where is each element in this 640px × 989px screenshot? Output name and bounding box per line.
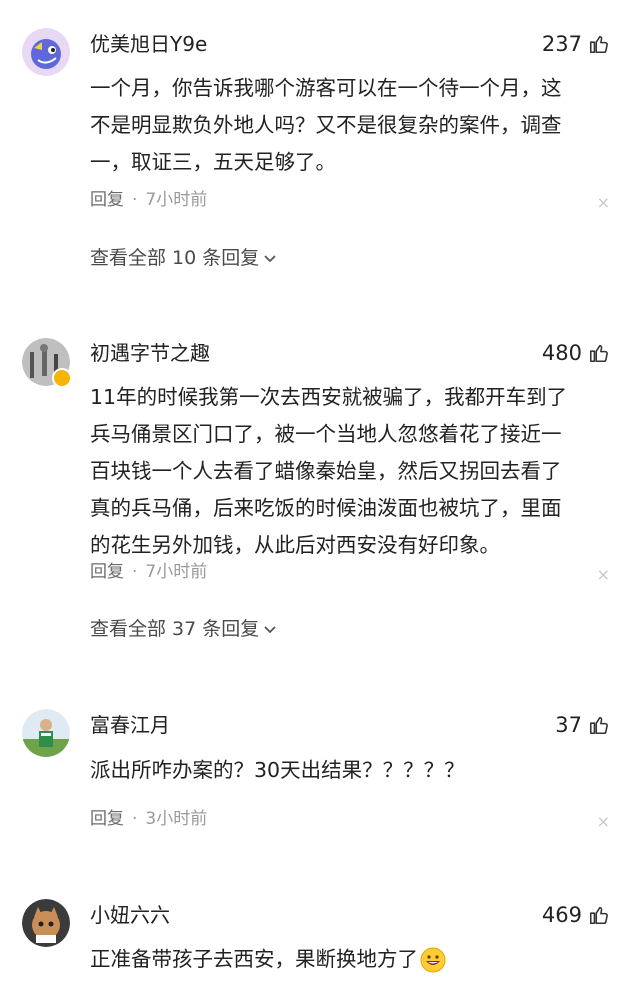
reply-button[interactable]: 回复 [90, 562, 124, 582]
close-icon[interactable]: × [597, 193, 610, 213]
chevron-down-icon [264, 255, 276, 263]
avatar[interactable] [22, 28, 70, 76]
separator-dot: · [132, 190, 138, 210]
like-count: 37 [555, 713, 582, 737]
verified-badge [52, 368, 72, 388]
like-count: 480 [541, 341, 582, 365]
grinning-face-emoji [420, 947, 446, 972]
comment-meta: 回复 · 7小时前 [90, 561, 207, 583]
comment-line: 一，取证三，五天足够了。 [90, 150, 336, 174]
thumbs-up-icon [589, 906, 608, 925]
comment-text: 一个月，你告诉我哪个游客可以在一个待一个月，这 不是明显欺负外地人吗？又不是很复… [90, 70, 620, 181]
thumbs-up-icon [589, 344, 608, 363]
reply-button[interactable]: 回复 [90, 190, 124, 210]
comment-meta: 回复 · 3小时前 [90, 808, 207, 830]
comment-meta: 回复 · 7小时前 [90, 189, 207, 211]
comment-line: 一个月，你告诉我哪个游客可以在一个待一个月，这 [90, 76, 562, 100]
comment-text: 正准备带孩子去西安，果断换地方了 [90, 941, 620, 978]
comment-text: 11年的时候我第一次去西安就被骗了，我都开车到了 兵马俑景区门口了，被一个当地人… [90, 379, 620, 564]
timestamp: 7小时前 [145, 562, 208, 582]
like-count: 237 [541, 32, 582, 56]
avatar[interactable] [22, 899, 70, 947]
reply-button[interactable]: 回复 [90, 809, 124, 829]
comment-line: 兵马俑景区门口了，被一个当地人忽悠着花了接近一 [90, 422, 562, 446]
view-all-replies-button[interactable]: 查看全部 10 条回复 [90, 245, 277, 271]
like-button[interactable]: 37 [555, 712, 610, 738]
close-icon[interactable]: × [597, 812, 610, 832]
comment-line: 正准备带孩子去西安，果断换地方了 [90, 941, 620, 978]
like-button[interactable]: 237 [542, 31, 610, 57]
comment-line: 不是明显欺负外地人吗？又不是很复杂的案件，调查 [90, 113, 562, 137]
like-button[interactable]: 469 [542, 902, 610, 928]
timestamp: 3小时前 [145, 809, 208, 829]
close-icon[interactable]: × [597, 565, 610, 585]
timestamp: 7小时前 [145, 190, 208, 210]
username[interactable]: 富春江月 [90, 712, 170, 738]
chevron-down-icon [264, 626, 276, 634]
view-all-replies-button[interactable]: 查看全部 37 条回复 [90, 616, 277, 642]
view-all-replies-label: 查看全部 37 条回复 [90, 618, 260, 640]
comment-line: 百块钱一个人去看了蜡像秦始皇，然后又拐回去看了 [90, 459, 562, 483]
comment-line: 11年的时候我第一次去西安就被骗了，我都开车到了 [90, 385, 568, 409]
comment-line: 真的兵马俑，后来吃饭的时候油泼面也被坑了，里面 [90, 496, 562, 520]
like-button[interactable]: 480 [542, 340, 610, 366]
separator-dot: · [132, 562, 138, 582]
thumbs-up-icon [589, 716, 608, 735]
comment-line-text: 正准备带孩子去西安，果断换地方了 [90, 947, 418, 971]
separator-dot: · [132, 809, 138, 829]
username[interactable]: 优美旭日Y9e [90, 31, 207, 57]
like-count: 469 [541, 903, 582, 927]
comment-line: 的花生另外加钱，从此后对西安没有好印象。 [90, 533, 500, 557]
comment-line: 派出所咋办案的？30天出结果？？？？？ [90, 758, 465, 782]
thumbs-up-icon [589, 35, 608, 54]
username[interactable]: 初遇字节之趣 [90, 340, 210, 366]
comment-text: 派出所咋办案的？30天出结果？？？？？ [90, 752, 620, 789]
username[interactable]: 小妞六六 [90, 902, 170, 928]
avatar[interactable] [22, 709, 70, 757]
view-all-replies-label: 查看全部 10 条回复 [90, 247, 260, 269]
